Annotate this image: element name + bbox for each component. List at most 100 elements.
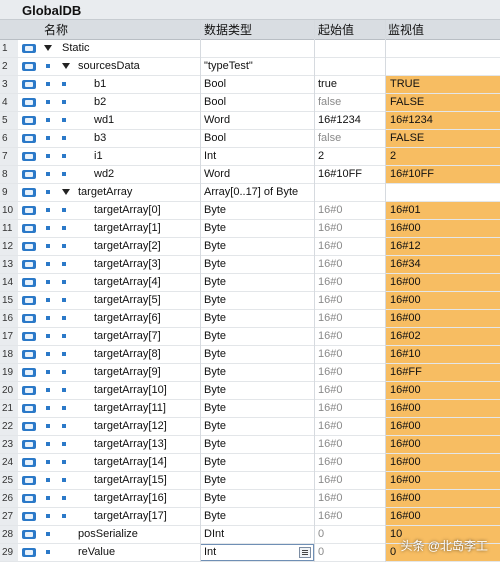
start-value[interactable]: 16#0 (318, 346, 342, 363)
row-number[interactable]: 22 (0, 418, 18, 435)
variable-name[interactable]: targetArray[5] (94, 292, 161, 309)
start-value[interactable]: false (318, 94, 341, 111)
row-number[interactable]: 16 (0, 310, 18, 327)
variable-type[interactable]: Byte (204, 382, 226, 399)
row-number[interactable]: 6 (0, 130, 18, 147)
variable-name[interactable]: targetArray[11] (94, 400, 166, 417)
variable-type[interactable]: Byte (204, 292, 226, 309)
variable-type[interactable]: Byte (204, 328, 226, 345)
start-value[interactable]: 16#0 (318, 400, 342, 417)
variable-type[interactable]: Byte (204, 238, 226, 255)
variable-type[interactable]: Byte (204, 454, 226, 471)
col-header-start[interactable]: 起始值 (318, 20, 354, 40)
variable-type[interactable]: Bool (204, 94, 226, 111)
table-row[interactable]: 25 targetArray[15] Byte 16#0 16#00 (0, 472, 500, 490)
start-value[interactable]: 16#0 (318, 328, 342, 345)
row-number[interactable]: 23 (0, 436, 18, 453)
variable-name[interactable]: targetArray[3] (94, 256, 161, 273)
table-row[interactable]: 1 Static (0, 40, 500, 58)
variable-name[interactable]: b3 (94, 130, 106, 147)
table-row[interactable]: 22 targetArray[12] Byte 16#0 16#00 (0, 418, 500, 436)
variable-name[interactable]: targetArray[10] (94, 382, 167, 399)
variable-name[interactable]: Static (62, 40, 90, 57)
variable-name[interactable]: targetArray[12] (94, 418, 167, 435)
table-row[interactable]: 3 b1 Bool true TRUE (0, 76, 500, 94)
row-number[interactable]: 5 (0, 112, 18, 129)
row-number[interactable]: 12 (0, 238, 18, 255)
table-row[interactable]: 7 i1 Int 2 2 (0, 148, 500, 166)
row-number[interactable]: 14 (0, 274, 18, 291)
start-value[interactable]: 16#0 (318, 256, 342, 273)
start-value[interactable]: 16#1234 (318, 112, 361, 129)
variable-type[interactable]: Byte (204, 346, 226, 363)
variable-name[interactable]: sourcesData (78, 58, 140, 75)
variable-type[interactable]: Byte (204, 364, 226, 381)
row-number[interactable]: 11 (0, 220, 18, 237)
start-value[interactable]: false (318, 130, 341, 147)
variable-type[interactable]: Byte (204, 418, 226, 435)
variable-type[interactable]: Word (204, 112, 230, 129)
table-row[interactable]: 23 targetArray[13] Byte 16#0 16#00 (0, 436, 500, 454)
start-value[interactable]: 16#0 (318, 418, 342, 435)
start-value[interactable]: 16#0 (318, 292, 342, 309)
variable-type[interactable]: Byte (204, 220, 226, 237)
start-value[interactable]: 16#0 (318, 382, 342, 399)
start-value[interactable]: 16#0 (318, 454, 342, 471)
row-number[interactable]: 8 (0, 166, 18, 183)
variable-name[interactable]: wd2 (94, 166, 114, 183)
table-row[interactable]: 26 targetArray[16] Byte 16#0 16#00 (0, 490, 500, 508)
type-editor[interactable] (200, 544, 314, 561)
row-number[interactable]: 28 (0, 526, 18, 543)
col-header-monitor[interactable]: 监视值 (388, 20, 424, 40)
start-value[interactable]: true (318, 76, 337, 93)
row-number[interactable]: 3 (0, 76, 18, 93)
variable-type[interactable]: Byte (204, 490, 226, 507)
row-number[interactable]: 7 (0, 148, 18, 165)
table-row[interactable]: 4 b2 Bool false FALSE (0, 94, 500, 112)
variable-type[interactable]: "typeTest" (204, 58, 253, 75)
table-row[interactable]: 21 targetArray[11] Byte 16#0 16#00 (0, 400, 500, 418)
table-row[interactable]: 13 targetArray[3] Byte 16#0 16#34 (0, 256, 500, 274)
row-number[interactable]: 19 (0, 364, 18, 381)
variable-type[interactable]: Word (204, 166, 230, 183)
start-value[interactable]: 16#0 (318, 220, 342, 237)
row-number[interactable]: 4 (0, 94, 18, 111)
table-row[interactable]: 6 b3 Bool false FALSE (0, 130, 500, 148)
col-header-name[interactable]: 名称 (44, 20, 68, 40)
table-row[interactable]: 5 wd1 Word 16#1234 16#1234 (0, 112, 500, 130)
expand-triangle-icon[interactable] (44, 45, 52, 51)
row-number[interactable]: 24 (0, 454, 18, 471)
start-value[interactable]: 2 (318, 148, 324, 165)
expand-triangle-icon[interactable] (62, 63, 70, 69)
variable-name[interactable]: b1 (94, 76, 106, 93)
variable-name[interactable]: targetArray[14] (94, 454, 167, 471)
start-value[interactable]: 16#0 (318, 364, 342, 381)
variable-name[interactable]: i1 (94, 148, 103, 165)
variable-name[interactable]: targetArray[17] (94, 508, 167, 525)
table-row[interactable]: 24 targetArray[14] Byte 16#0 16#00 (0, 454, 500, 472)
variable-type[interactable]: Int (204, 148, 216, 165)
start-value[interactable]: 16#0 (318, 238, 342, 255)
row-number[interactable]: 18 (0, 346, 18, 363)
row-number[interactable]: 13 (0, 256, 18, 273)
table-row[interactable]: 10 targetArray[0] Byte 16#0 16#01 (0, 202, 500, 220)
variable-name[interactable]: targetArray[6] (94, 310, 161, 327)
row-number[interactable]: 20 (0, 382, 18, 399)
expand-triangle-icon[interactable] (62, 189, 70, 195)
table-row[interactable]: 9 targetArray Array[0..17] of Byte (0, 184, 500, 202)
row-number[interactable]: 29 (0, 544, 18, 561)
row-number[interactable]: 21 (0, 400, 18, 417)
variable-type[interactable]: Byte (204, 472, 226, 489)
variable-name[interactable]: targetArray[15] (94, 472, 167, 489)
variable-name[interactable]: targetArray[16] (94, 490, 167, 507)
variable-type[interactable]: Byte (204, 274, 226, 291)
row-number[interactable]: 26 (0, 490, 18, 507)
variable-name[interactable]: targetArray[8] (94, 346, 161, 363)
start-value[interactable]: 16#0 (318, 202, 342, 219)
row-number[interactable]: 17 (0, 328, 18, 345)
variable-name[interactable]: targetArray[0] (94, 202, 161, 219)
table-row[interactable]: 17 targetArray[7] Byte 16#0 16#02 (0, 328, 500, 346)
start-value[interactable]: 16#0 (318, 472, 342, 489)
table-row[interactable]: 12 targetArray[2] Byte 16#0 16#12 (0, 238, 500, 256)
row-number[interactable]: 27 (0, 508, 18, 525)
